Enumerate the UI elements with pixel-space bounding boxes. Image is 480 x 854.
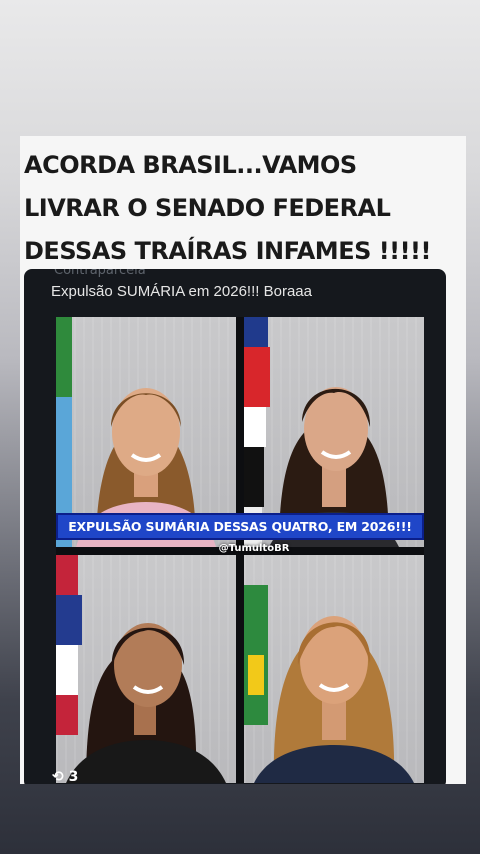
story-card: ACORDA BRASIL...VAMOS LIVRAR O SENADO FE…: [20, 136, 466, 784]
post-caption: Expulsão SUMÁRIA em 2026!!! Boraaa: [51, 283, 312, 300]
repost-count: 3: [68, 769, 79, 784]
repost-counter[interactable]: ⟲ 3: [52, 769, 78, 784]
portrait-photo-4: [244, 555, 424, 783]
portrait-photo-3: [56, 555, 236, 783]
headline-line-1: ACORDA BRASIL...VAMOS: [24, 151, 357, 179]
post-image-collage[interactable]: EXPULSÃO SUMÁRIA DESSAS QUATRO, EM 2026!…: [56, 317, 424, 783]
story-headline: ACORDA BRASIL...VAMOS LIVRAR O SENADO FE…: [24, 144, 454, 273]
image-watermark: @TumultoBR: [218, 543, 290, 554]
embedded-post[interactable]: Contraparcela Expulsão SUMÁRIA em 2026!!…: [24, 269, 446, 784]
post-author-ghost: Contraparcela: [54, 269, 146, 278]
headline-line-3: DESSAS TRAÍRAS INFAMES !!!!!: [24, 237, 431, 265]
headline-line-2: LIVRAR O SENADO FEDERAL: [24, 194, 391, 222]
repost-icon: ⟲: [52, 769, 64, 784]
image-banner: EXPULSÃO SUMÁRIA DESSAS QUATRO, EM 2026!…: [56, 513, 424, 540]
